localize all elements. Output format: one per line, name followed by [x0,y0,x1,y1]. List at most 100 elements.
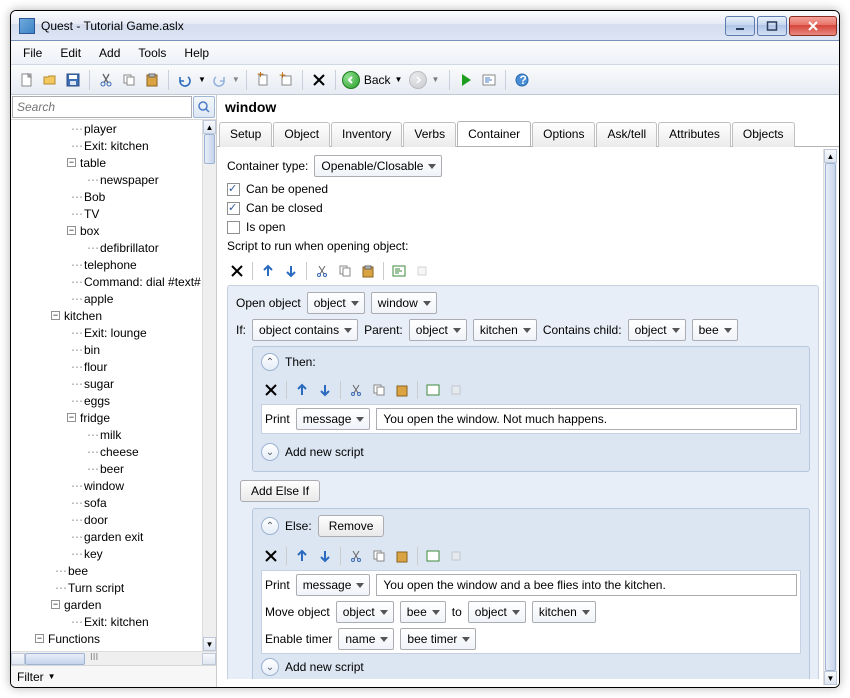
titlebar[interactable]: Quest - Tutorial Game.aslx [11,11,839,41]
tree-item[interactable]: eggs [84,394,110,408]
back-dropdown-icon[interactable]: ▼ [395,75,403,84]
remove-else-button[interactable]: Remove [318,515,385,537]
tree-item[interactable]: Exit: kitchen [84,615,149,629]
tree-item[interactable]: Functions [48,632,100,646]
expand-icon[interactable] [446,546,466,566]
tree-item[interactable]: telephone [84,258,137,272]
search-button[interactable] [193,96,215,118]
object-tree[interactable]: ⋯player ⋯Exit: kitchen −table ⋯newspaper… [11,120,216,651]
tree-item[interactable]: table [80,156,106,170]
move-dst-type-dropdown[interactable]: object [468,601,526,623]
delete-icon[interactable] [309,70,329,90]
container-type-dropdown[interactable]: Openable/Closable [314,155,442,177]
tab-object[interactable]: Object [273,122,330,147]
can-close-checkbox[interactable] [227,202,240,215]
if-condition-dropdown[interactable]: object contains [252,319,358,341]
child-value-dropdown[interactable]: bee [692,319,738,341]
tree-item[interactable]: player [84,122,117,136]
collapse-icon[interactable]: − [67,413,76,422]
cut-script-icon[interactable] [312,261,332,281]
tab-objects[interactable]: Objects [732,122,795,147]
open-object-target-dropdown[interactable]: window [371,292,437,314]
move-src-type-dropdown[interactable]: object [336,601,394,623]
timer-type-dropdown[interactable]: name [338,628,394,650]
expand-add-icon[interactable]: ⌄ [261,658,279,676]
collapse-else-icon[interactable]: ⌃ [261,517,279,535]
is-open-checkbox[interactable] [227,221,240,234]
scroll-up-icon[interactable]: ▲ [203,120,216,134]
maximize-button[interactable] [757,16,787,36]
collapse-icon[interactable]: − [67,158,76,167]
paste-script-icon[interactable] [358,261,378,281]
tree-item[interactable]: kitchen [64,309,102,323]
add-script-label[interactable]: Add new script [285,445,364,459]
collapse-then-icon[interactable]: ⌃ [261,353,279,371]
parent-type-dropdown[interactable]: object [409,319,467,341]
timer-value-dropdown[interactable]: bee timer [400,628,476,650]
move-down-icon[interactable] [281,261,301,281]
copy-script-icon[interactable] [335,261,355,281]
code-view-icon[interactable] [423,546,443,566]
child-type-dropdown[interactable]: object [628,319,686,341]
tree-item[interactable]: door [84,513,108,527]
collapse-icon[interactable]: − [51,600,60,609]
add-script-label[interactable]: Add new script [285,660,364,674]
move-down-icon[interactable] [315,546,335,566]
tree-item[interactable]: box [80,224,99,238]
tree-item[interactable]: newspaper [100,173,159,187]
scroll-thumb[interactable] [25,653,85,665]
tree-item[interactable]: key [84,547,103,561]
code-view-icon[interactable] [423,380,443,400]
cut-icon[interactable] [96,70,116,90]
move-dst-value-dropdown[interactable]: kitchen [532,601,596,623]
parent-value-dropdown[interactable]: kitchen [473,319,537,341]
print-message-input[interactable] [376,574,797,596]
open-object-type-dropdown[interactable]: object [307,292,365,314]
redo-icon[interactable] [209,70,229,90]
tree-item[interactable]: Exit: lounge [84,326,147,340]
expand-script-icon[interactable] [412,261,432,281]
tree-item[interactable]: fridge [80,411,110,425]
content-vscrollbar[interactable]: ▲ ▼ [823,149,837,685]
move-up-icon[interactable] [258,261,278,281]
save-icon[interactable] [63,70,83,90]
add-page-icon[interactable]: + [253,70,273,90]
filter-row[interactable]: Filter ▼ [11,665,216,687]
scroll-right-icon[interactable] [202,653,216,665]
tree-vscrollbar[interactable]: ▲ ▼ [202,120,216,651]
scroll-down-icon[interactable]: ▼ [824,671,837,685]
paste-icon[interactable] [392,380,412,400]
collapse-icon[interactable]: − [35,634,44,643]
play-button[interactable] [456,70,476,90]
print-message-input[interactable] [376,408,797,430]
paste-icon[interactable] [142,70,162,90]
tree-item[interactable]: window [84,479,124,493]
tree-item[interactable]: Bob [84,190,105,204]
undo-icon[interactable] [175,70,195,90]
tab-inventory[interactable]: Inventory [331,122,402,147]
search-input[interactable] [12,96,192,118]
menu-edit[interactable]: Edit [52,44,89,62]
delete-script-icon[interactable] [227,261,247,281]
tree-item[interactable]: garden exit [84,530,143,544]
menu-tools[interactable]: Tools [130,44,174,62]
close-button[interactable] [789,16,837,36]
copy-icon[interactable] [369,380,389,400]
forward-button[interactable]: ▼ [409,71,443,89]
can-open-checkbox[interactable] [227,183,240,196]
scroll-thumb[interactable] [204,134,215,164]
open-icon[interactable] [40,70,60,90]
tab-asktell[interactable]: Ask/tell [596,122,657,147]
forward-dropdown-icon[interactable]: ▼ [431,75,439,84]
tree-item[interactable]: TV [84,207,99,221]
print-type-dropdown[interactable]: message [296,408,371,430]
copy-icon[interactable] [119,70,139,90]
move-src-value-dropdown[interactable]: bee [400,601,446,623]
scroll-down-icon[interactable]: ▼ [203,637,216,651]
tab-verbs[interactable]: Verbs [403,122,456,147]
cut-icon[interactable] [346,380,366,400]
move-down-icon[interactable] [315,380,335,400]
code-view-script-icon[interactable] [389,261,409,281]
undo-dropdown-icon[interactable]: ▼ [198,75,206,84]
add-object-icon[interactable]: + [276,70,296,90]
